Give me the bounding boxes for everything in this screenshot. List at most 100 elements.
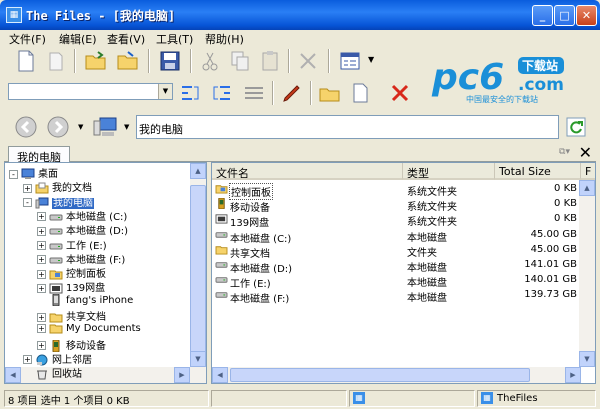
menu-file[interactable]: 文件(F) — [9, 31, 46, 47]
logo-badge: 下载站 — [522, 58, 558, 73]
view-mode-dropdown-arrow[interactable]: ▼ — [368, 55, 374, 64]
expand-icon[interactable]: + — [37, 255, 46, 265]
tree-item[interactable]: + 本地磁盘 (F:) — [37, 251, 125, 266]
tab-my-computer[interactable]: 我的电脑 — [8, 146, 70, 164]
collapse-icon[interactable]: - — [23, 198, 32, 208]
cut-icon[interactable] — [198, 49, 222, 73]
scroll-down-button[interactable]: ▼ — [579, 351, 595, 367]
tree-item[interactable]: fang's iPhone — [37, 293, 133, 308]
list-horizontal-scrollbar[interactable]: ◀ ▶ — [212, 367, 581, 383]
tree-item[interactable]: +139网盘 — [37, 279, 105, 294]
minimize-button[interactable]: _ — [532, 5, 553, 26]
combo-dropdown-arrow[interactable]: ▼ — [158, 84, 172, 99]
scroll-right-button[interactable]: ▶ — [174, 367, 190, 383]
save-icon[interactable] — [158, 49, 182, 73]
list-item[interactable]: 本地磁盘 (D:) 本地磁盘 141.01 GB — [212, 258, 595, 275]
expand-icon[interactable]: + — [23, 183, 32, 193]
expand-icon[interactable]: + — [37, 312, 46, 322]
file-type: 系统文件夹 — [407, 202, 457, 214]
tree-item[interactable]: - 桌面 — [9, 165, 58, 180]
edit-pencil-icon[interactable] — [280, 81, 304, 105]
forward-icon[interactable] — [46, 115, 70, 139]
file-list[interactable]: 文件名 类型 Total Size F ▲ ▼ ◀ ▶ 控制面板 系统文件夹 0 K… — [211, 162, 596, 384]
tree-item[interactable]: + 共享文档 — [37, 308, 106, 323]
lines-icon[interactable] — [242, 81, 266, 105]
close-tab-icon[interactable]: ✕ — [579, 143, 592, 162]
tree-item[interactable]: + 移动设备 — [37, 337, 106, 352]
list-item[interactable]: 移动设备 系统文件夹 0 KB — [212, 197, 595, 214]
list-item[interactable]: 控制面板 系统文件夹 0 KB — [212, 182, 595, 200]
filter-combo[interactable]: ▼ — [8, 83, 173, 100]
list-item[interactable]: 本地磁盘 (F:) 本地磁盘 139.73 GB — [212, 288, 595, 305]
expand-icon[interactable]: + — [23, 355, 32, 365]
expand-icon[interactable]: + — [37, 226, 46, 236]
collapse-icon[interactable]: - — [9, 169, 18, 179]
expand-icon[interactable]: + — [37, 269, 46, 279]
history-dropdown-arrow[interactable]: ▼ — [78, 123, 83, 131]
expand-icon[interactable]: + — [37, 323, 46, 333]
scroll-thumb[interactable] — [190, 185, 206, 355]
column-header-size[interactable]: Total Size — [495, 163, 581, 180]
computer-icon[interactable] — [92, 115, 118, 139]
tree-item[interactable]: + My Documents — [37, 322, 141, 336]
view-mode-icon[interactable] — [338, 49, 362, 73]
column-header-more[interactable]: F — [581, 163, 595, 180]
refresh-icon[interactable] — [566, 117, 586, 137]
folder-up-icon[interactable] — [318, 81, 342, 105]
menu-tools[interactable]: 工具(T) — [156, 31, 193, 47]
expand-icon[interactable]: + — [37, 241, 46, 250]
scroll-down-button[interactable]: ▼ — [190, 351, 206, 367]
scroll-right-button[interactable]: ▶ — [565, 367, 581, 383]
files-app-icon[interactable]: ▦ — [6, 7, 22, 23]
tree-item[interactable]: - 我的电脑 — [23, 194, 94, 209]
file-size: 140.01 GB — [524, 274, 577, 286]
list-item[interactable]: 本地磁盘 (C:) 本地磁盘 45.00 GB — [212, 228, 595, 245]
expand-icon[interactable]: + — [37, 283, 46, 293]
maximize-button[interactable]: □ — [554, 5, 575, 26]
column-header-type[interactable]: 类型 — [403, 163, 495, 180]
browse-folder-icon[interactable] — [116, 49, 140, 73]
tree-item[interactable]: + 我的文档 — [23, 179, 92, 194]
copy-icon[interactable] — [228, 49, 252, 73]
align-left-icon[interactable] — [178, 81, 202, 105]
drive-icon — [215, 292, 228, 299]
document-icon[interactable] — [348, 81, 372, 105]
paste-icon[interactable] — [258, 49, 282, 73]
title-bar[interactable]: ▦ The Files - [我的电脑] _ □ ✕ — [0, 0, 600, 30]
back-icon[interactable] — [14, 115, 38, 139]
tree-vertical-scrollbar[interactable]: ▲ ▼ — [190, 163, 206, 383]
delete-red-icon[interactable] — [388, 81, 412, 105]
tree-item[interactable]: + 本地磁盘 (C:) — [37, 208, 127, 223]
tree-item[interactable]: 回收站 — [23, 365, 82, 380]
blank-page-icon[interactable] — [44, 49, 68, 73]
tree-item[interactable]: + 网上邻居 — [23, 351, 92, 366]
scroll-thumb[interactable] — [230, 368, 530, 382]
menu-help[interactable]: 帮助(H) — [205, 31, 244, 47]
tree-item[interactable]: + 控制面板 — [37, 265, 106, 280]
address-value: 我的电脑 — [139, 123, 183, 136]
scroll-left-button[interactable]: ◀ — [212, 367, 228, 383]
menu-view[interactable]: 查看(V) — [107, 31, 145, 47]
file-size: 45.00 GB — [530, 228, 577, 240]
list-item[interactable]: 139网盘 系统文件夹 0 KB — [212, 212, 595, 229]
column-header-name[interactable]: 文件名 — [212, 163, 403, 180]
tab-list-icon[interactable]: ⧉▾ — [559, 147, 570, 157]
open-folder-icon[interactable] — [84, 49, 108, 73]
expand-icon[interactable]: + — [37, 212, 46, 222]
expand-icon[interactable]: + — [37, 341, 46, 351]
scroll-up-button[interactable]: ▲ — [190, 163, 206, 179]
align-right-icon[interactable] — [210, 81, 234, 105]
new-file-icon[interactable] — [14, 49, 38, 73]
close-button[interactable]: ✕ — [576, 5, 597, 26]
tree-item[interactable]: + 本地磁盘 (D:) — [37, 222, 128, 237]
address-input[interactable]: 我的电脑 — [136, 115, 559, 139]
list-item[interactable]: 共享文档 文件夹 45.00 GB — [212, 243, 595, 260]
scroll-left-button[interactable]: ◀ — [5, 367, 21, 383]
folder-tree[interactable]: ▲ ▼ ◀ ▶ - 桌面 + 我的文档 - 我的电脑 + 本地磁盘 (C:) + 本地磁盘 (D:… — [4, 162, 207, 384]
list-item[interactable]: 工作 (E:) 本地磁盘 140.01 GB — [212, 273, 595, 290]
location-dropdown-arrow[interactable]: ▼ — [124, 123, 129, 131]
mobile-device-icon — [218, 198, 225, 210]
tree-item[interactable]: + 工作 (E:) — [37, 237, 107, 252]
delete-icon[interactable] — [296, 49, 320, 73]
menu-edit[interactable]: 编辑(E) — [59, 31, 97, 47]
